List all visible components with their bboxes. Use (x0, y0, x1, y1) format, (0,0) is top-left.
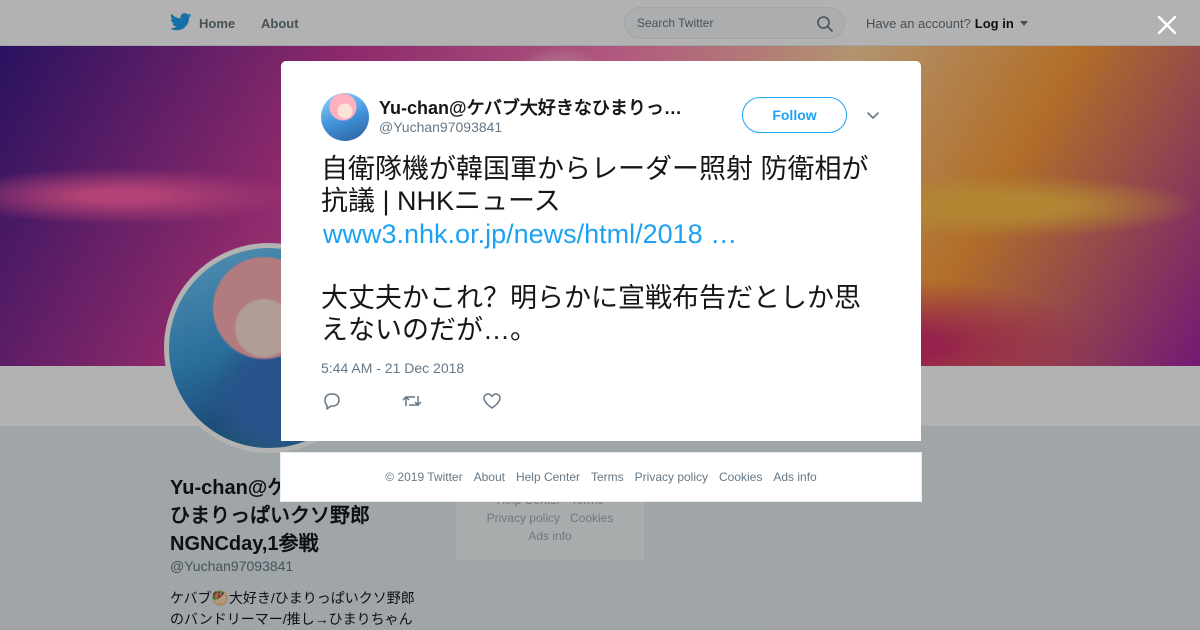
footer-link-privacy[interactable]: Privacy policy (635, 470, 708, 484)
footer-link-ads-info[interactable]: Ads info (773, 470, 816, 484)
tweet-text-line1: 自衛隊機が韓国軍からレーダー照射 防衛相が (321, 154, 869, 184)
follow-button[interactable]: Follow (742, 97, 847, 133)
footer-link-cookies[interactable]: Cookies (719, 470, 762, 484)
tweet-comment-line1: 大丈夫かこれ？明らかに宣戦布告だとしか思 (321, 283, 861, 313)
tweet-timestamp[interactable]: 5:44 AM - 21 Dec 2018 (321, 360, 464, 376)
close-icon[interactable] (1155, 13, 1179, 37)
tweet-author-handle[interactable]: @Yuchan97093841 (379, 119, 502, 135)
footer-copyright: © 2019 Twitter (385, 470, 463, 484)
tweet-text-line2: 抗議 | NHKニュース (321, 186, 561, 216)
tweet-comment-line2: えないのだが…。 (321, 315, 537, 345)
tweet-link[interactable]: www3.nhk.or.jp/news/html/2018 … (323, 218, 737, 250)
footer-link-terms[interactable]: Terms (591, 470, 624, 484)
tweet-author-name[interactable]: Yu-chan@ケバブ大好きなひまりっ… (379, 94, 699, 120)
retweet-icon[interactable] (402, 392, 422, 410)
chevron-down-icon[interactable] (866, 109, 880, 121)
tweet-text: 自衛隊機が韓国軍からレーダー照射 防衛相が 抗議 | NHKニュース (321, 153, 886, 217)
tweet-comment: 大丈夫かこれ？明らかに宣戦布告だとしか思 えないのだが…。 (321, 282, 886, 346)
like-icon[interactable] (482, 392, 502, 410)
reply-icon[interactable] (322, 392, 342, 410)
tweet-modal: Yu-chan@ケバブ大好きなひまりっ… @Yuchan97093841 Fol… (281, 61, 921, 441)
tweet-author-avatar[interactable] (321, 93, 369, 141)
footer-link-about[interactable]: About (474, 470, 505, 484)
modal-footer: © 2019 Twitter About Help Center Terms P… (280, 452, 922, 502)
footer-link-help-center[interactable]: Help Center (516, 470, 580, 484)
